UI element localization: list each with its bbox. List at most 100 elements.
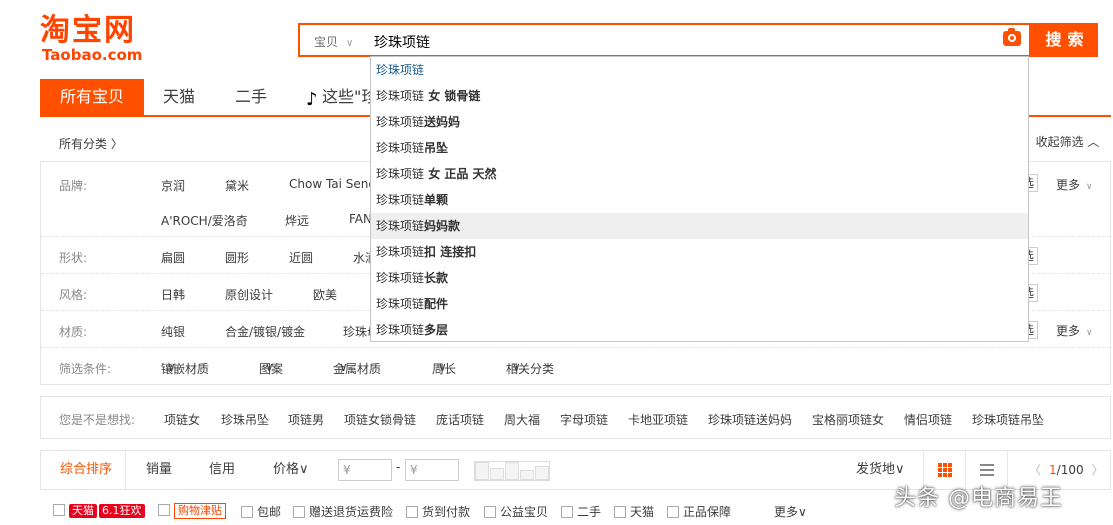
- suggestion-item[interactable]: 珍珠项链配件: [371, 291, 1028, 317]
- suggestion-item[interactable]: 珍珠项链吊坠: [371, 135, 1028, 161]
- sort-price[interactable]: 价格∨: [273, 451, 309, 489]
- chevron-down-icon: ∨: [798, 505, 807, 519]
- promo-badge: 6.1狂欢: [99, 504, 145, 518]
- filter-value[interactable]: 京润: [161, 177, 185, 194]
- filter-value[interactable]: 欧美: [313, 286, 337, 303]
- page-current: 1: [1049, 463, 1057, 477]
- suggest-keyword[interactable]: 周大福: [504, 411, 540, 428]
- tmall-checkbox[interactable]: 天猫: [614, 503, 654, 520]
- chevron-down-icon: ∨: [1086, 182, 1093, 192]
- filter-label: 形状:: [59, 251, 88, 265]
- page-total: /100: [1056, 463, 1084, 477]
- search-input[interactable]: 珍珠项链: [374, 32, 430, 52]
- camera-icon[interactable]: [1003, 28, 1021, 46]
- checkbox-icon: [484, 506, 496, 518]
- tab-tmall[interactable]: 天猫: [163, 79, 195, 115]
- watermark: 头条 @电商易王: [894, 486, 1063, 511]
- return-insurance-checkbox[interactable]: 赠送退货运费险: [293, 503, 393, 520]
- divider: [125, 451, 126, 489]
- suggestion-item[interactable]: 珍珠项链长款: [371, 265, 1028, 291]
- chevron-down-icon: ∨: [265, 360, 274, 374]
- logo-en: Taobao.com: [42, 46, 143, 64]
- checkbox-icon: [53, 504, 65, 516]
- suggest-keyword[interactable]: 珍珠吊坠: [221, 411, 269, 428]
- tab-douyin[interactable]: 这些"珍: [306, 79, 377, 118]
- search-button[interactable]: 搜索: [1031, 23, 1098, 57]
- price-max-input[interactable]: ¥: [405, 459, 459, 481]
- chevron-right-icon[interactable]: 〉: [1092, 463, 1104, 477]
- suggestion-item[interactable]: 珍珠项链 女 正品 天然: [371, 161, 1028, 187]
- filter-label: 筛选条件:: [59, 362, 112, 376]
- sort-credit[interactable]: 信用: [209, 451, 235, 489]
- chevron-down-icon: ∨: [167, 360, 176, 374]
- suggest-keyword[interactable]: 项链男: [288, 411, 324, 428]
- subsidy-checkbox[interactable]: 购物津贴: [158, 503, 226, 519]
- suggestion-item[interactable]: 珍珠项链妈妈款: [371, 213, 1028, 239]
- tab-secondhand[interactable]: 二手: [235, 79, 267, 115]
- filter-value[interactable]: 黛米: [225, 177, 249, 194]
- search-box[interactable]: 宝贝 ∨ 珍珠项链: [298, 23, 1031, 57]
- sort-default[interactable]: 综合排序: [60, 451, 112, 489]
- suggestion-item[interactable]: 珍珠项链: [371, 57, 1028, 83]
- sort-sales[interactable]: 销量: [146, 451, 172, 489]
- suggestion-item[interactable]: 珍珠项链送妈妈: [371, 109, 1028, 135]
- suggest-keyword[interactable]: 卡地亚项链: [628, 411, 688, 428]
- search-suggestions: 珍珠项链 珍珠项链 女 锁骨链 珍珠项链送妈妈 珍珠项链吊坠 珍珠项链 女 正品 天然珍…: [370, 56, 1029, 342]
- filter-value[interactable]: 纯银: [161, 323, 185, 340]
- checkbox-icon: [158, 504, 170, 516]
- tmall-badge: 天猫: [69, 504, 97, 518]
- filter-value[interactable]: 烨远: [285, 212, 309, 229]
- suggest-keyword[interactable]: 情侣项链: [904, 411, 952, 428]
- filter-value[interactable]: FAN: [349, 212, 372, 226]
- chevron-left-icon[interactable]: 〈: [1029, 463, 1041, 477]
- filter-value[interactable]: 圆形: [225, 249, 249, 266]
- suggestion-item[interactable]: 珍珠项链扣 连接扣: [371, 239, 1028, 265]
- suggestion-item[interactable]: 珍珠项链多层: [371, 317, 1028, 343]
- grid-view-icon[interactable]: [938, 463, 952, 477]
- cod-checkbox[interactable]: 货到付款: [406, 503, 470, 520]
- genuine-checkbox[interactable]: 正品保障: [667, 503, 731, 520]
- tab-all-items[interactable]: 所有宝贝: [40, 79, 145, 115]
- suggest-keyword[interactable]: 字母项链: [560, 411, 608, 428]
- suggest-keyword[interactable]: 珍珠项链送妈妈: [708, 411, 792, 428]
- price-distribution-icon[interactable]: [474, 461, 550, 481]
- tmall-promo-checkbox[interactable]: 天猫 6.1狂欢: [53, 503, 145, 518]
- suggest-keyword[interactable]: 宝格丽项链女: [812, 411, 884, 428]
- filter-value[interactable]: 扁圆: [161, 249, 185, 266]
- free-shipping-checkbox[interactable]: 包邮: [241, 503, 281, 520]
- filter-value[interactable]: 原创设计: [225, 286, 273, 303]
- taobao-logo[interactable]: 淘宝网 Taobao.com: [40, 14, 150, 64]
- suggest-keyword[interactable]: 项链女锁骨链: [344, 411, 416, 428]
- search-type-select[interactable]: 宝贝 ∨: [314, 33, 353, 50]
- charity-checkbox[interactable]: 公益宝贝: [484, 503, 548, 520]
- list-view-icon[interactable]: [980, 463, 994, 477]
- secondhand-checkbox[interactable]: 二手: [561, 503, 601, 520]
- more-button[interactable]: 更多 ∨: [1056, 322, 1093, 339]
- checkbox-icon: [293, 506, 305, 518]
- suggestion-item[interactable]: 珍珠项链单颗: [371, 187, 1028, 213]
- chevron-down-icon: ∨: [339, 360, 348, 374]
- filter-row-conditions: 筛选条件: 镶嵌材质 ∨ 图案 ∨ 金属材质 ∨ 周长 ∨ 相关分类 ∨: [59, 360, 555, 376]
- did-you-mean-bar: 您是不是想找: 项链女 珍珠吊坠 项链男 项链女锁骨链 庞话项链 周大福 字母项…: [40, 396, 1111, 439]
- filter-value[interactable]: 合金/镀银/镀金: [225, 323, 305, 340]
- suggest-keyword[interactable]: 庞话项链: [436, 411, 484, 428]
- price-min-input[interactable]: ¥: [338, 459, 392, 481]
- more-services-button[interactable]: 更多∨: [774, 503, 807, 520]
- suggest-keyword[interactable]: 项链女: [164, 411, 200, 428]
- more-button[interactable]: 更多 ∨: [1056, 176, 1093, 193]
- chevron-down-icon: ∨: [1086, 328, 1093, 338]
- collapse-filter-button[interactable]: 收起筛选 ︿: [1023, 127, 1111, 157]
- chevron-down-icon: ∨: [299, 462, 309, 477]
- filter-value[interactable]: A'ROCH/爱洛奇: [161, 212, 248, 229]
- checkbox-icon: [614, 506, 626, 518]
- checkbox-icon: [241, 506, 253, 518]
- chevron-down-icon: ∨: [346, 38, 354, 49]
- filter-value[interactable]: 日韩: [161, 286, 185, 303]
- filter-label: 材质:: [59, 325, 88, 339]
- filter-value[interactable]: 近圆: [289, 249, 313, 266]
- suggest-keyword[interactable]: 珍珠项链吊坠: [972, 411, 1044, 428]
- suggestion-item[interactable]: 珍珠项链 女 锁骨链: [371, 83, 1028, 109]
- all-categories-link[interactable]: 所有分类 〉: [59, 135, 123, 152]
- filter-value[interactable]: Chow Tai Seng: [289, 177, 376, 191]
- checkbox-icon: [667, 506, 679, 518]
